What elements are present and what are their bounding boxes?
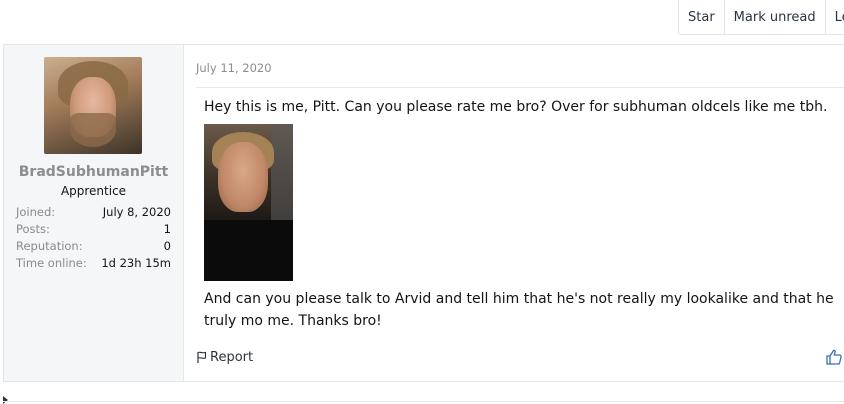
username[interactable]: BradSubhumanPitt	[4, 164, 183, 180]
post-header-divider	[196, 87, 844, 88]
avatar-beard	[70, 113, 116, 147]
footer-divider	[3, 401, 844, 402]
stat-row-reputation: Reputation: 0	[16, 238, 171, 255]
mark-unread-button[interactable]: Mark unread	[725, 0, 826, 34]
flag-icon	[197, 351, 207, 363]
post-date[interactable]: July 11, 2020	[196, 61, 272, 75]
stat-value: July 8, 2020	[102, 205, 171, 219]
stat-key: Posts:	[16, 222, 50, 236]
user-sidebar: BradSubhumanPitt Apprentice Joined: July…	[4, 45, 184, 381]
post: BradSubhumanPitt Apprentice Joined: July…	[3, 44, 844, 382]
report-label: Report	[210, 350, 254, 365]
stat-value: 1	[163, 222, 171, 236]
user-title: Apprentice	[60, 184, 127, 198]
stat-value: 0	[163, 239, 171, 253]
stat-value: 1d 23h 15m	[101, 256, 171, 270]
thumbs-up-icon[interactable]	[825, 348, 843, 366]
post-main: July 11, 2020 Hey this is me, Pitt. Can …	[184, 45, 844, 381]
photo-face	[218, 142, 268, 212]
post-text-paragraph-1: Hey this is me, Pitt. Can you please rat…	[204, 99, 828, 115]
report-link[interactable]: Report	[196, 350, 253, 365]
footer-arrow-icon	[3, 396, 8, 404]
stat-key: Reputation:	[16, 239, 83, 253]
leave-button[interactable]: Lea	[826, 0, 844, 34]
stat-row-time-online: Time online: 1d 23h 15m	[16, 255, 171, 272]
post-image[interactable]	[204, 124, 293, 281]
star-button[interactable]: Star	[679, 0, 725, 34]
stat-row-posts: Posts: 1	[16, 221, 171, 238]
stat-key: Joined:	[16, 205, 56, 219]
thread-toolbar: Star Mark unread Lea	[678, 0, 844, 35]
stat-key: Time online:	[16, 256, 87, 270]
avatar[interactable]	[44, 57, 142, 154]
photo-shirt	[204, 220, 293, 281]
post-text-paragraph-2: And can you please talk to Arvid and tel…	[204, 291, 834, 329]
stat-row-joined: Joined: July 8, 2020	[16, 204, 171, 221]
user-stats: Joined: July 8, 2020 Posts: 1 Reputation…	[16, 204, 171, 272]
